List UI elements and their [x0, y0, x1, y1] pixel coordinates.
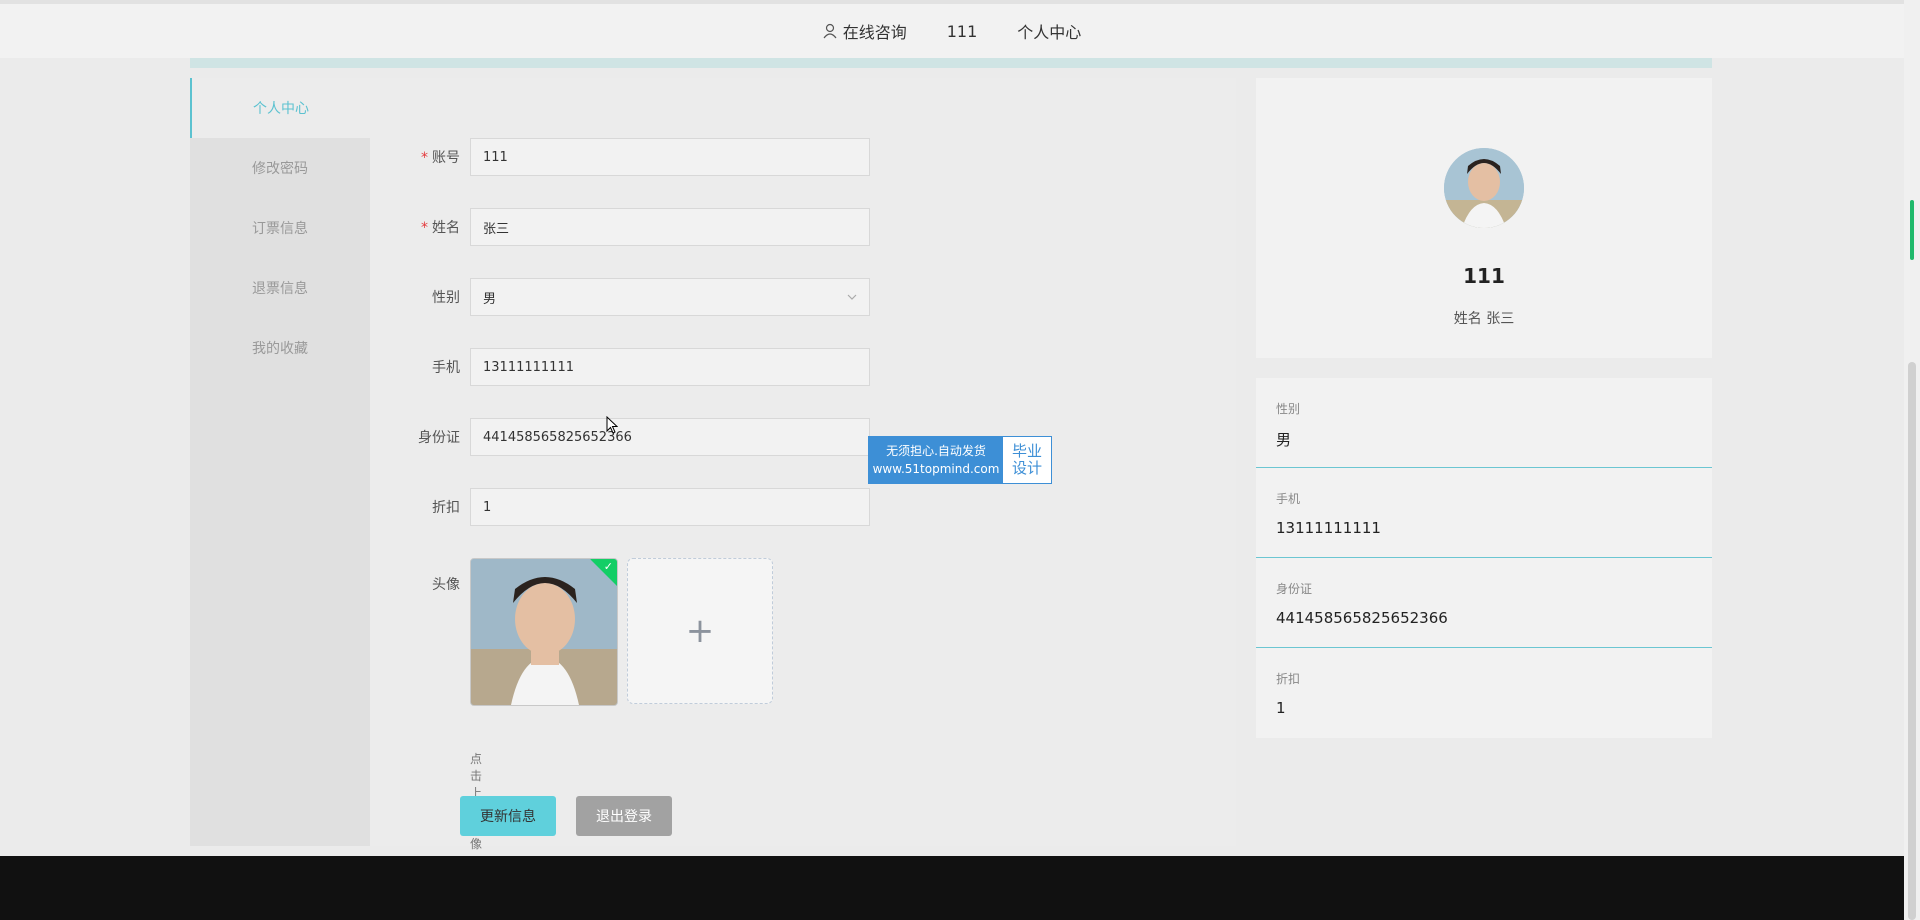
avatar-row: 头像 ✓ + [410, 558, 773, 706]
watermark-right2: 设计 [1011, 459, 1042, 477]
sidemenu-item-label: 个人中心 [253, 101, 309, 117]
account-label: 账号 [432, 150, 460, 166]
info-item-discount: 折扣 1 [1256, 648, 1712, 738]
watermark-badge: 无须担心.自动发货 www.51topmind.com 毕业 设计 [868, 436, 1052, 484]
name-row: * 姓名 张三 [410, 208, 870, 246]
phone-input[interactable]: 13111111111 [470, 348, 870, 386]
account-input[interactable]: 111 [470, 138, 870, 176]
info-value: 男 [1276, 431, 1292, 449]
user-icon [823, 23, 837, 39]
info-item-gender: 性别 男 [1256, 378, 1712, 468]
account-row: * 账号 111 [410, 138, 870, 176]
account-label-wrap: * 账号 [410, 147, 460, 167]
watermark-right1: 毕业 [1011, 442, 1042, 460]
profile-username: 111 [1463, 264, 1505, 288]
uploaded-avatar-image[interactable]: ✓ [470, 558, 618, 706]
info-value: 1 [1276, 699, 1286, 717]
mouse-cursor-icon [606, 416, 618, 434]
name-label-wrap: * 姓名 [410, 217, 460, 237]
nav-personal-center[interactable]: 个人中心 [1017, 19, 1081, 43]
gender-label: 性别 [432, 290, 460, 306]
avatar-photo [471, 559, 617, 705]
info-value: 13111111111 [1276, 519, 1381, 537]
watermark-line1: 无须担心.自动发货 [886, 444, 986, 458]
gender-row: 性别 男 [410, 278, 870, 316]
profile-avatar [1444, 148, 1524, 228]
sidemenu-item-personal-center[interactable]: 个人中心 [190, 78, 370, 138]
upload-button[interactable]: + [627, 558, 773, 704]
phone-value: 13111111111 [483, 359, 574, 375]
avatar-label: 头像 [432, 577, 460, 593]
scroll-thumb[interactable] [1908, 362, 1916, 920]
profile-info-list: 性别 男 手机 13111111111 身份证 4414585658256523… [1256, 378, 1712, 738]
sidemenu-item-label: 退票信息 [252, 281, 308, 297]
side-menu: 个人中心 修改密码 订票信息 退票信息 我的收藏 [190, 78, 370, 846]
nav-username[interactable]: 111 [947, 22, 978, 41]
discount-value: 1 [483, 499, 492, 515]
profile-avatar-photo [1444, 148, 1524, 228]
sidemenu-item-favorites[interactable]: 我的收藏 [190, 318, 370, 378]
id-input[interactable]: 441458565825652366 [470, 418, 870, 456]
name-label: 姓名 [432, 220, 460, 236]
info-item-phone: 手机 13111111111 [1256, 468, 1712, 558]
watermark-right: 毕业 设计 [1003, 437, 1051, 483]
name-value: 张三 [483, 221, 510, 237]
info-key: 身份证 [1276, 582, 1313, 596]
bottom-bar [0, 856, 1904, 920]
phone-label: 手机 [432, 360, 460, 376]
sidemenu-item-refund-info[interactable]: 退票信息 [190, 258, 370, 318]
top-navbar: 在线咨询 111 个人中心 [0, 0, 1904, 58]
check-icon: ✓ [603, 560, 613, 573]
info-key: 折扣 [1276, 672, 1301, 686]
phone-row: 手机 13111111111 [410, 348, 870, 386]
watermark-line2: www.51topmind.com [872, 462, 1000, 476]
plus-icon: + [685, 611, 715, 651]
info-item-id: 身份证 441458565825652366 [1256, 558, 1712, 648]
nav-online-consult[interactable]: 在线咨询 [823, 19, 907, 43]
sidemenu-item-label: 修改密码 [252, 161, 308, 177]
gender-value: 男 [483, 291, 497, 307]
watermark-left: 无须担心.自动发货 www.51topmind.com [869, 437, 1003, 483]
accent-strip [190, 58, 1712, 68]
profile-card: 111 姓名 张三 [1256, 78, 1712, 358]
nav-username-label: 111 [946, 21, 978, 41]
required-mark: * [421, 150, 428, 166]
discount-label: 折扣 [432, 500, 460, 516]
info-value: 441458565825652366 [1276, 609, 1448, 627]
discount-row: 折扣 1 [410, 488, 870, 526]
info-key: 手机 [1276, 492, 1301, 506]
scroll-indicator [1910, 200, 1914, 260]
gender-select[interactable]: 男 [470, 278, 870, 316]
discount-input[interactable]: 1 [470, 488, 870, 526]
account-value: 111 [483, 149, 508, 165]
id-label: 身份证 [418, 430, 460, 446]
info-key: 性别 [1276, 402, 1301, 416]
required-mark: * [421, 220, 428, 236]
nav-online-consult-label: 在线咨询 [842, 23, 907, 42]
sidemenu-item-label: 订票信息 [252, 221, 308, 237]
sidemenu-item-label: 我的收藏 [252, 341, 308, 357]
logout-button[interactable]: 退出登录 [576, 796, 672, 836]
id-row: 身份证 441458565825652366 [410, 418, 870, 456]
page-scrollbar[interactable] [1904, 0, 1920, 920]
update-info-button[interactable]: 更新信息 [460, 796, 556, 836]
name-input[interactable]: 张三 [470, 208, 870, 246]
profile-realname: 姓名 张三 [1453, 311, 1515, 327]
sidemenu-item-change-password[interactable]: 修改密码 [190, 138, 370, 198]
nav-personal-center-label: 个人中心 [1017, 23, 1082, 42]
sidemenu-item-booking-info[interactable]: 订票信息 [190, 198, 370, 258]
chevron-down-icon [847, 294, 857, 300]
